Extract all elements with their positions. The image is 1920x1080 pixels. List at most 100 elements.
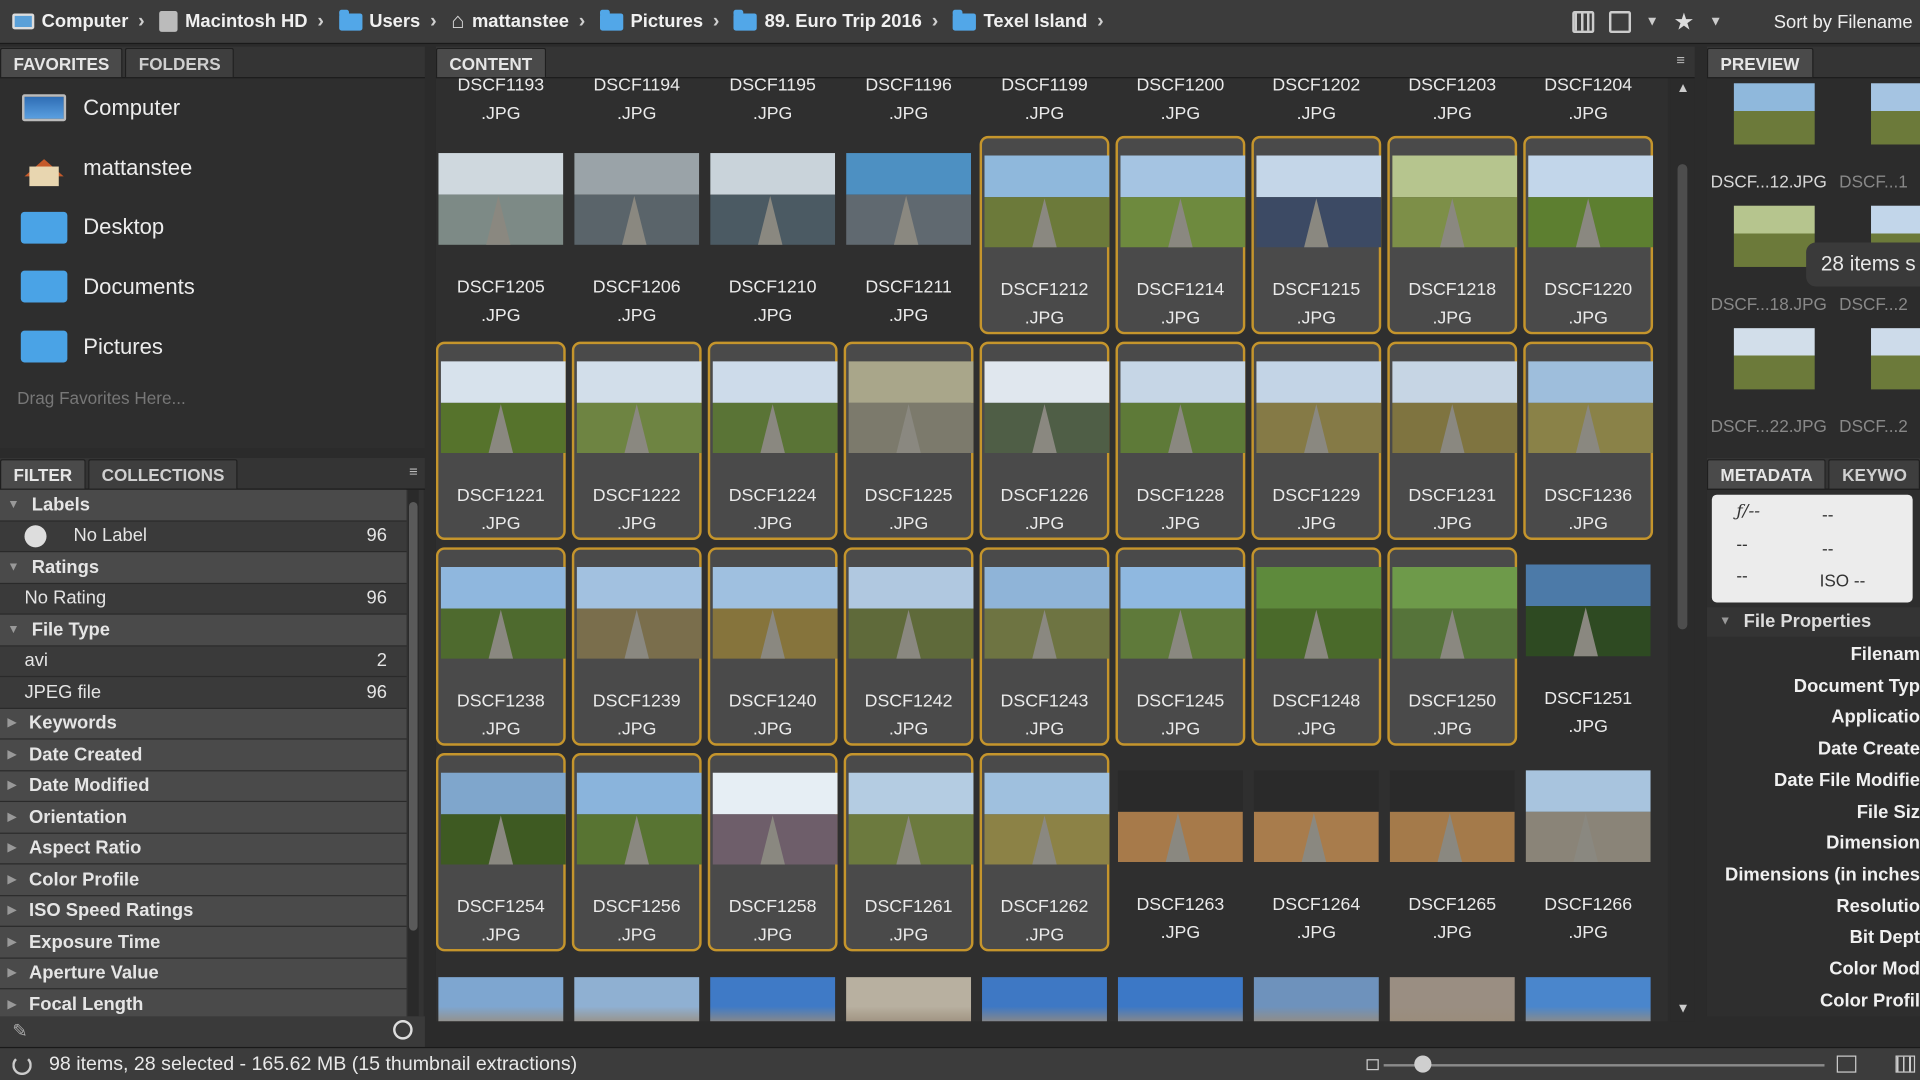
photo-thumbnail[interactable] — [440, 361, 566, 454]
thumbnail-cell[interactable]: DSCF1258 .JPG — [707, 753, 838, 952]
photo-thumbnail[interactable] — [1392, 361, 1518, 454]
favorite-item[interactable]: mattanstee — [0, 138, 425, 198]
thumbnail-cell[interactable]: DSCF1245 .JPG — [1115, 547, 1246, 746]
photo-thumbnail[interactable] — [848, 772, 974, 865]
thumbnail-cell[interactable]: DSCF1248 .JPG — [1251, 547, 1382, 746]
photo-thumbnail[interactable] — [574, 153, 700, 245]
star-rating-icon[interactable]: ★ — [1673, 8, 1694, 36]
tab-favorites[interactable]: FAVORITES — [0, 47, 123, 78]
breadcrumb-item[interactable]: Texel Island — [941, 9, 1095, 32]
panel-menu-icon[interactable]: ≡ — [409, 463, 418, 480]
filter-value-row[interactable]: No Rating 96 — [0, 583, 407, 615]
filter-section-header[interactable]: ▶ Color Profile — [0, 864, 407, 896]
favorite-item[interactable]: Documents — [0, 257, 425, 317]
photo-thumbnail[interactable] — [848, 361, 974, 454]
breadcrumb-item[interactable]: 89. Euro Trip 2016 — [722, 9, 929, 32]
thumbnail-cell[interactable]: DSCF1263 .JPG — [1116, 753, 1246, 951]
photo-thumbnail[interactable] — [1525, 977, 1651, 1022]
tab-content[interactable]: CONTENT — [435, 47, 546, 78]
thumbnail-name[interactable]: DSCF1203 — [1387, 78, 1517, 100]
thumbnail-cell[interactable]: DSCF1228 .JPG — [1115, 341, 1246, 541]
filter-value-row[interactable]: JPEG file 96 — [0, 677, 407, 709]
grid-view-icon[interactable] — [1571, 11, 1595, 34]
thumbnail-cell[interactable]: DSCF1225 .JPG — [843, 341, 974, 541]
photo-thumbnail[interactable] — [1253, 770, 1379, 863]
thumbnail-name[interactable]: DSCF1204 — [1523, 78, 1653, 100]
thumbnail-cell[interactable]: DSCF1256 .JPG — [571, 753, 702, 952]
thumbnail-cell[interactable]: DSCF1250 .JPG — [1387, 547, 1518, 746]
filter-section-header[interactable]: ▶ Aspect Ratio — [0, 833, 407, 865]
grid-icon[interactable] — [1895, 1055, 1916, 1073]
preview-thumbnail[interactable] — [1733, 328, 1815, 390]
favorite-item[interactable]: Desktop — [0, 198, 425, 258]
thumbnail-cell[interactable]: DSCF1222 .JPG — [571, 341, 702, 541]
content-menu-icon[interactable]: ≡ — [1676, 51, 1685, 68]
photo-thumbnail[interactable] — [440, 566, 566, 659]
photo-thumbnail[interactable] — [982, 977, 1107, 1022]
thumbnail-cell[interactable]: DSCF1224 .JPG — [707, 341, 838, 541]
breadcrumb-item[interactable]: Computer — [0, 11, 136, 32]
photo-thumbnail[interactable] — [440, 772, 566, 865]
thumbnail-name[interactable]: DSCF1200 — [1116, 78, 1246, 100]
photo-thumbnail[interactable] — [1117, 770, 1243, 863]
filter-section-header[interactable]: ▶ Exposure Time — [0, 926, 407, 959]
photo-thumbnail[interactable] — [984, 566, 1110, 659]
clear-filter-icon[interactable] — [393, 1020, 413, 1040]
photo-thumbnail[interactable] — [1528, 361, 1654, 454]
thumbnail-cell[interactable]: DSCF1206 .JPG — [572, 136, 702, 334]
thumbnail-cell[interactable]: DSCF1231 .JPG — [1387, 341, 1518, 541]
photo-thumbnail[interactable] — [576, 361, 702, 454]
photo-thumbnail[interactable] — [1117, 977, 1243, 1022]
thumbnail-cell[interactable]: DSCF1238 .JPG — [435, 547, 566, 746]
thumbnail-name[interactable]: DSCF1199 — [980, 78, 1110, 100]
thumbnail-cell[interactable]: DSCF1226 .JPG — [979, 341, 1110, 541]
thumbnail-cell[interactable]: DSCF1229 .JPG — [1251, 341, 1382, 541]
thumbnail-cell[interactable]: DSCF1242 .JPG — [843, 547, 974, 746]
filter-value-row[interactable]: No Label 96 — [0, 521, 407, 553]
preview-thumbnail[interactable] — [1733, 83, 1815, 145]
thumbnail-cell[interactable]: DSCF1254 .JPG — [435, 753, 566, 952]
photo-thumbnail[interactable] — [1525, 564, 1651, 657]
breadcrumb-item[interactable]: ⌂ mattanstee — [439, 9, 576, 35]
filter-scrollbar[interactable] — [407, 489, 419, 1017]
photo-thumbnail[interactable] — [848, 566, 974, 659]
photo-thumbnail[interactable] — [1389, 977, 1515, 1022]
thumbnail-cell[interactable]: DSCF1266 .JPG — [1523, 753, 1653, 951]
thumbnail-name[interactable]: DSCF1194 — [572, 78, 702, 100]
thumbnail-cell[interactable]: DSCF1215 .JPG — [1251, 135, 1382, 335]
filter-section-header[interactable]: ▶ Date Modified — [0, 770, 407, 803]
tab-metadata[interactable]: METADATA — [1706, 459, 1827, 489]
thumbnail-cell[interactable]: DSCF1240 .JPG — [707, 547, 838, 746]
filter-section-header[interactable]: ▶ Date Created — [0, 739, 407, 771]
favorite-item[interactable]: Pictures — [0, 317, 425, 377]
chevron-down-icon[interactable]: ▼ — [1645, 15, 1658, 30]
filter-section-header[interactable]: ▼ Labels — [0, 489, 407, 522]
filter-section-header[interactable]: ▶ Aperture Value — [0, 958, 407, 990]
photo-thumbnail[interactable] — [1392, 566, 1518, 659]
photo-thumbnail[interactable] — [1256, 155, 1382, 248]
thumbnail-cell[interactable]: DSCF1212 .JPG — [979, 135, 1110, 335]
photo-thumbnail[interactable] — [984, 772, 1110, 865]
filter-section-header[interactable]: ▼ File Type — [0, 614, 407, 646]
thumbnail-cell[interactable]: DSCF1220 .JPG — [1523, 135, 1654, 335]
photo-thumbnail[interactable] — [1256, 361, 1382, 454]
photo-thumbnail[interactable] — [438, 977, 564, 1022]
filter-section-header[interactable]: ▶ Keywords — [0, 708, 407, 740]
preview-thumbnail[interactable] — [1871, 328, 1920, 390]
filter-section-header[interactable]: ▶ Orientation — [0, 802, 407, 834]
thumbnail-name[interactable]: DSCF1196 — [844, 78, 974, 100]
photo-thumbnail[interactable] — [1256, 566, 1382, 659]
photo-thumbnail[interactable] — [1120, 361, 1246, 454]
thumbnail-cell[interactable]: DSCF1264 .JPG — [1251, 753, 1381, 951]
thumbnail-name[interactable]: DSCF1193 — [436, 78, 566, 100]
preview-thumbnail[interactable] — [1733, 205, 1815, 267]
slider-knob[interactable] — [1414, 1055, 1432, 1073]
file-properties-header[interactable]: ▼ File Properties — [1706, 607, 1920, 637]
filter-value-row[interactable]: avi 2 — [0, 645, 407, 678]
photo-thumbnail[interactable] — [438, 153, 564, 245]
photo-thumbnail[interactable] — [1253, 977, 1379, 1022]
photo-thumbnail[interactable] — [574, 977, 700, 1022]
tab-keywords[interactable]: KEYWO — [1828, 459, 1920, 489]
photo-thumbnail[interactable] — [576, 566, 702, 659]
photo-thumbnail[interactable] — [846, 977, 972, 1022]
